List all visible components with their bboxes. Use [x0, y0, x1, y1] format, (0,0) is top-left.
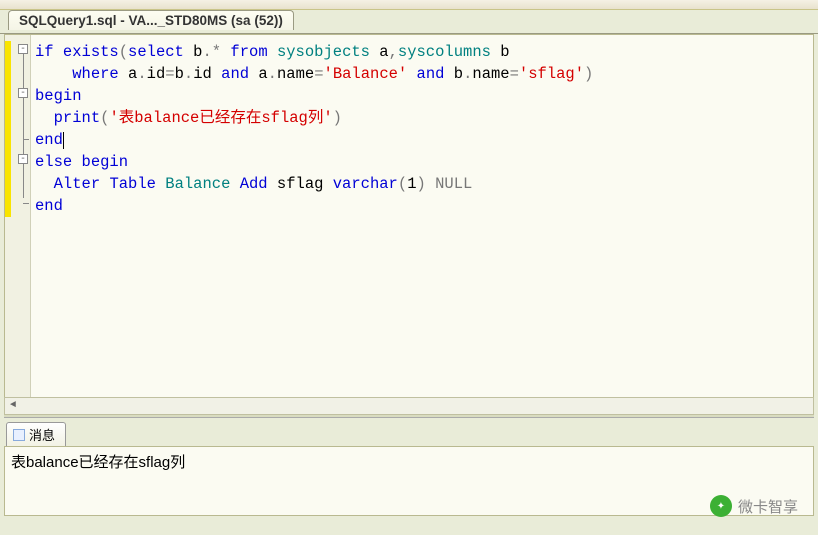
editor-tab-sqlquery1[interactable]: SQLQuery1.sql - VA..._STD80MS (sa (52)) [8, 10, 294, 30]
output-tab-label: 消息 [29, 428, 55, 443]
fold-toggle[interactable]: - [18, 154, 28, 164]
fold-toggle[interactable]: - [18, 88, 28, 98]
fold-toggle[interactable]: - [18, 44, 28, 54]
code-editor[interactable]: - - - if exists(select b.* from sysobjec… [4, 34, 814, 414]
toolbar-partial [0, 0, 818, 10]
watermark: ✦ 微卡智享 [710, 495, 798, 517]
output-messages-pane[interactable]: 表balance已经存在sflag列 [4, 446, 814, 516]
scroll-left-icon[interactable]: ◄ [5, 398, 21, 414]
output-tab-messages[interactable]: 消息 [6, 422, 66, 446]
horizontal-scrollbar[interactable]: ◄ [4, 397, 814, 415]
fold-guide [23, 139, 29, 140]
text-cursor [63, 132, 64, 149]
messages-icon [13, 429, 25, 441]
editor-tab-bar: SQLQuery1.sql - VA..._STD80MS (sa (52)) [0, 10, 818, 34]
fold-guide [23, 54, 24, 198]
change-marker [5, 41, 11, 217]
watermark-text: 微卡智享 [738, 496, 798, 517]
editor-gutter: - - - [5, 35, 31, 413]
wechat-icon: ✦ [710, 495, 732, 517]
fold-guide [23, 203, 29, 204]
code-text-area[interactable]: if exists(select b.* from sysobjects a,s… [31, 35, 813, 413]
output-message-line: 表balance已经存在sflag列 [11, 454, 185, 471]
output-tab-bar: 消息 [0, 418, 818, 446]
